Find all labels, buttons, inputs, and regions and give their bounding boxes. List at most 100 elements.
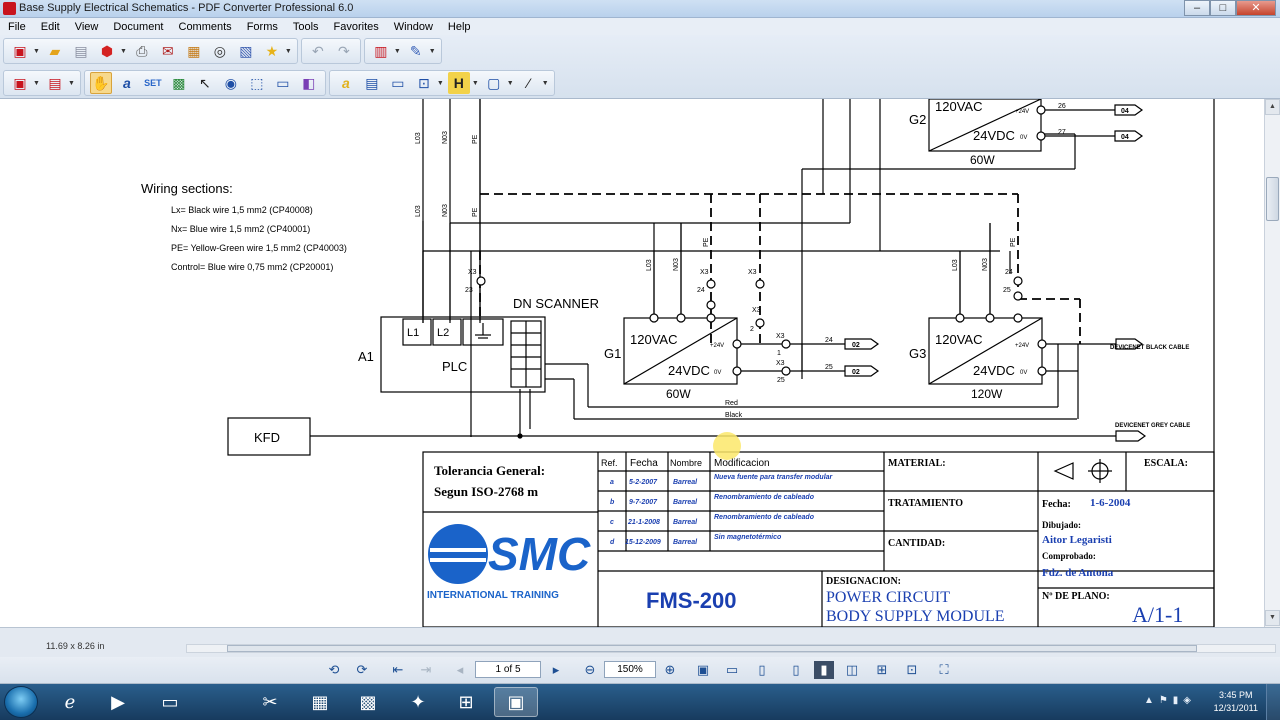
- pdf-create-icon[interactable]: ▣: [9, 72, 31, 94]
- media-player-icon[interactable]: ▶: [96, 687, 140, 717]
- header-icon[interactable]: H: [447, 72, 470, 94]
- rev-name: Barreal: [673, 499, 698, 506]
- package-icon[interactable]: ▦: [183, 40, 205, 62]
- menu-favorites[interactable]: Favorites: [334, 21, 379, 33]
- g2-output: 24VDC: [973, 128, 1015, 143]
- app-icon-1[interactable]: ▦: [298, 687, 342, 717]
- wire-label: L03: [415, 132, 422, 144]
- save-icon[interactable]: ▤: [70, 40, 92, 62]
- g1-plus: +24V: [710, 343, 724, 349]
- menu-view[interactable]: View: [75, 21, 99, 33]
- split-view-icon[interactable]: ⊡: [902, 661, 922, 679]
- terminal-label: X3: [700, 269, 709, 276]
- hscroll-thumb[interactable]: [227, 645, 1197, 652]
- next-page-icon[interactable]: ▸: [546, 661, 566, 679]
- fit-icon[interactable]: ▭: [272, 72, 294, 94]
- image-icon[interactable]: ▩: [168, 72, 190, 94]
- stamp-icon[interactable]: ⊡: [413, 72, 435, 94]
- menu-help[interactable]: Help: [448, 21, 471, 33]
- set-icon[interactable]: SET: [142, 72, 164, 94]
- email-icon[interactable]: ✉: [157, 40, 179, 62]
- minimize-button[interactable]: –: [1184, 0, 1210, 16]
- continuous-facing-icon[interactable]: ⊞: [872, 661, 892, 679]
- snapshot-icon[interactable]: ◉: [220, 72, 242, 94]
- pen-icon[interactable]: ✎: [405, 40, 427, 62]
- first-page-icon[interactable]: ⇤: [388, 661, 408, 679]
- menu-document[interactable]: Document: [113, 21, 163, 33]
- star-icon[interactable]: ★: [261, 40, 283, 62]
- pdf-converter-taskbar-item[interactable]: ▣: [494, 687, 538, 717]
- undo-icon[interactable]: ↶: [307, 40, 329, 62]
- tratamiento-label: TRATAMIENTO: [888, 498, 963, 509]
- g2-input: 120VAC: [935, 99, 982, 114]
- convert-icon[interactable]: ⬢: [96, 40, 118, 62]
- scroll-up-button[interactable]: ▲: [1265, 99, 1280, 115]
- full-screen-icon[interactable]: ⛶: [934, 661, 954, 679]
- textbox-icon[interactable]: ▢: [483, 72, 505, 94]
- comment-icon[interactable]: ▭: [387, 72, 409, 94]
- comprobado-label: Comprobado:: [1042, 551, 1096, 561]
- devicenet-grey-label: DEVICENET GREY CABLE: [1115, 423, 1190, 429]
- folder-icon[interactable]: ▭: [148, 687, 192, 717]
- open-icon[interactable]: ▰: [44, 40, 66, 62]
- menu-forms[interactable]: Forms: [247, 21, 278, 33]
- rotate-cw-icon[interactable]: ⟳: [352, 661, 372, 679]
- text-select-icon[interactable]: a: [116, 72, 138, 94]
- terminal-label: X3: [468, 269, 477, 276]
- zoom-in-icon[interactable]: ⊕: [660, 661, 680, 679]
- find-icon[interactable]: ◎: [209, 40, 231, 62]
- select-icon[interactable]: ↖: [194, 72, 216, 94]
- rev-name: Barreal: [673, 479, 698, 486]
- tool-icon[interactable]: ✂: [248, 687, 292, 717]
- menu-edit[interactable]: Edit: [41, 21, 60, 33]
- pencil-icon[interactable]: ⁄: [518, 72, 540, 94]
- wire-label: PE: [472, 207, 479, 217]
- actual-size-icon[interactable]: ▣: [693, 661, 713, 679]
- app-icon-3[interactable]: ✦: [396, 687, 440, 717]
- zoom-input[interactable]: 150%: [604, 661, 656, 678]
- properties-icon[interactable]: ▥: [370, 40, 392, 62]
- terminal-label: 24: [1005, 269, 1013, 276]
- tray-clock[interactable]: 3:45 PM 12/31/2011: [1214, 689, 1258, 715]
- single-page-icon[interactable]: ▯: [786, 661, 806, 679]
- system-tray[interactable]: ▲⚑▮◈: [1144, 695, 1196, 706]
- menu-file[interactable]: File: [8, 21, 26, 33]
- show-desktop-button[interactable]: [1266, 684, 1280, 720]
- scroll-thumb[interactable]: [1266, 177, 1279, 221]
- redo-icon[interactable]: ↷: [333, 40, 355, 62]
- vertical-scrollbar[interactable]: ▲ ▼: [1264, 99, 1280, 627]
- favorite-icon[interactable]: ▧: [235, 40, 257, 62]
- document-icon[interactable]: ▤: [44, 72, 66, 94]
- document-view[interactable]: Wiring sections: Lx= Black wire 1,5 mm2 …: [0, 99, 1264, 627]
- app-icon-4[interactable]: ⊞: [444, 687, 488, 717]
- ie-icon[interactable]: ℯ: [48, 687, 92, 717]
- wire-red-label: Red: [725, 400, 738, 407]
- maximize-button[interactable]: □: [1210, 0, 1236, 16]
- hand-tool-icon[interactable]: ✋: [89, 72, 112, 94]
- horizontal-scrollbar[interactable]: [186, 644, 1276, 653]
- pdf-create-icon[interactable]: ▣: [9, 40, 31, 62]
- menu-comments[interactable]: Comments: [179, 21, 232, 33]
- app-icon-2[interactable]: ▩: [346, 687, 390, 717]
- previous-view-icon[interactable]: ⇥: [416, 661, 436, 679]
- note-icon[interactable]: ▤: [361, 72, 383, 94]
- g3-watts: 120W: [971, 387, 1003, 401]
- page-number-input[interactable]: 1 of 5: [475, 661, 541, 678]
- close-button[interactable]: ✕: [1236, 0, 1276, 16]
- scroll-down-button[interactable]: ▼: [1265, 610, 1280, 626]
- menu-window[interactable]: Window: [394, 21, 433, 33]
- shape-icon[interactable]: ◧: [298, 72, 320, 94]
- fit-width-icon[interactable]: ▭: [722, 661, 742, 679]
- prev-page-icon[interactable]: ◂: [450, 661, 470, 679]
- highlight-icon[interactable]: a: [335, 72, 357, 94]
- window-title: Base Supply Electrical Schematics - PDF …: [19, 2, 354, 14]
- crop-icon[interactable]: ⬚: [246, 72, 268, 94]
- rotate-ccw-icon[interactable]: ⟲: [324, 661, 344, 679]
- zoom-out-icon[interactable]: ⊖: [580, 661, 600, 679]
- facing-icon[interactable]: ◫: [842, 661, 862, 679]
- continuous-icon[interactable]: ▮: [814, 661, 834, 679]
- start-button[interactable]: [4, 686, 38, 718]
- fit-page-icon[interactable]: ▯: [752, 661, 772, 679]
- print-icon[interactable]: ⎙: [131, 40, 153, 62]
- menu-tools[interactable]: Tools: [293, 21, 319, 33]
